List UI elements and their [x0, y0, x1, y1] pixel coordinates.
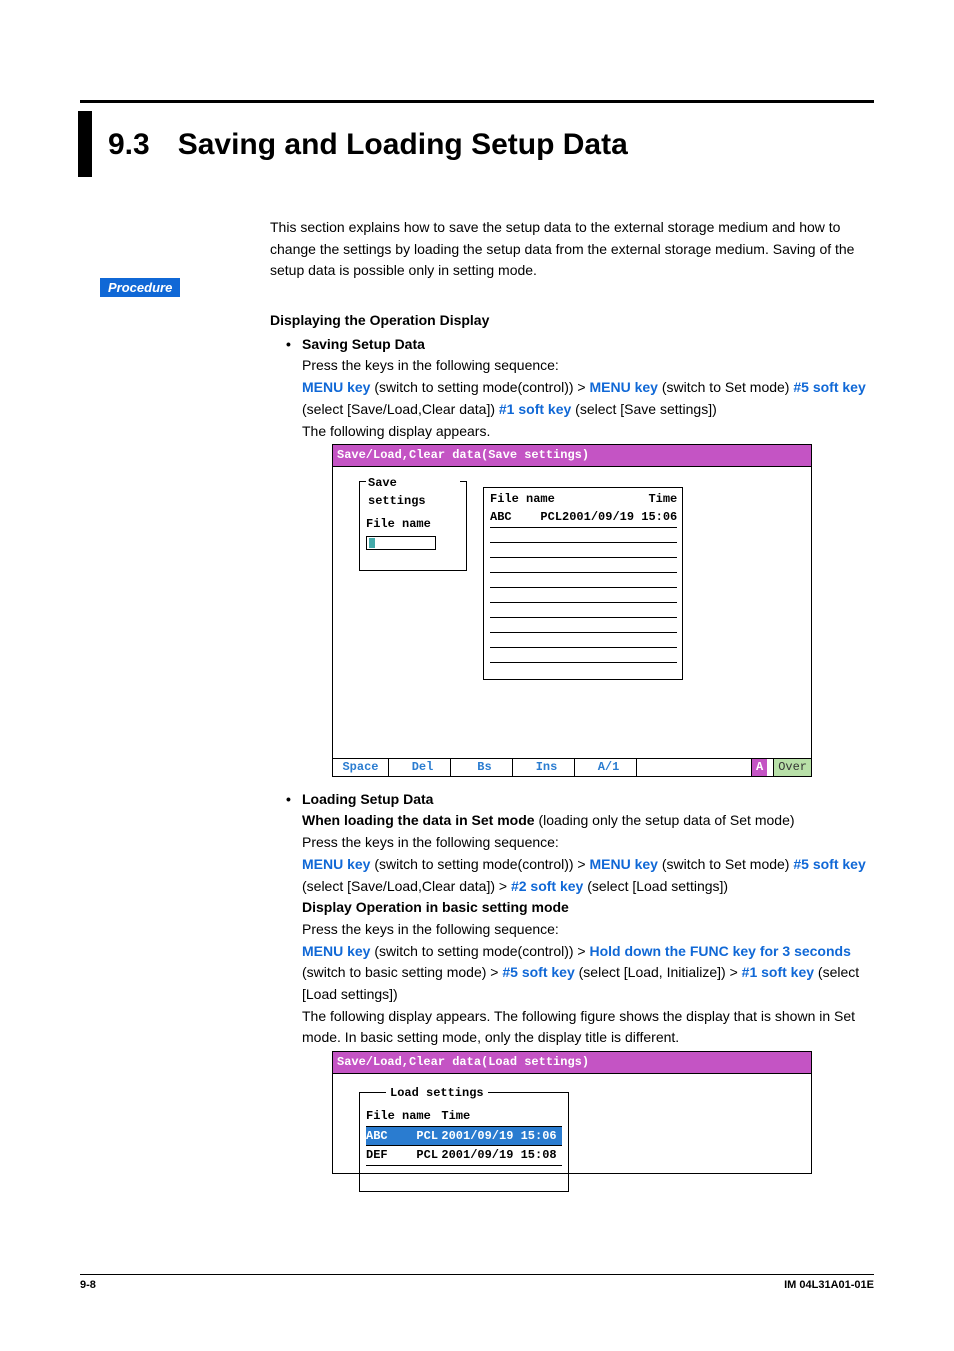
load-settings-screenshot: Save/Load,Clear data(Load settings) Load… [332, 1051, 812, 1174]
procedure-tag: Procedure [100, 278, 180, 297]
loading-bold-line: When loading the data in Set mode (loadi… [302, 810, 874, 832]
saving-sequence: MENU key (switch to setting mode(control… [302, 377, 874, 420]
file-row[interactable]: DEF PCL 2001/09/19 15:08 [366, 1146, 562, 1166]
section-heading: 9.3 Saving and Loading Setup Data [78, 111, 874, 177]
section-title: Saving and Loading Setup Data [178, 111, 628, 177]
save-settings-screenshot: Save/Load,Clear data(Save settings) Save… [332, 444, 812, 777]
indicator-over: Over [773, 759, 811, 776]
loading-h3: Display Operation in basic setting mode [302, 897, 874, 919]
screen1-titlebar: Save/Load,Clear data(Save settings) [332, 444, 812, 467]
screen2-titlebar: Save/Load,Clear data(Load settings) [332, 1051, 812, 1074]
saving-line2: The following display appears. [302, 421, 874, 443]
subheading-display: Displaying the Operation Display [270, 310, 874, 332]
loading-line1: Press the keys in the following sequence… [302, 832, 874, 854]
load-settings-panel: Load settings File nameTime ABC PCL 2001… [359, 1092, 569, 1192]
page-footer: 9-8 IM 04L31A01-01E [80, 1274, 874, 1291]
intro-paragraph: This section explains how to save the se… [270, 217, 874, 282]
softkey-space[interactable]: Space [333, 759, 389, 776]
file-list-panel: File nameTime ABC PCL 2001/09/19 15:06 [483, 487, 683, 681]
saving-title: Saving Setup Data [302, 334, 874, 356]
softkey-del[interactable]: Del [395, 759, 451, 776]
saving-line1: Press the keys in the following sequence… [302, 355, 874, 377]
file-row-selected[interactable]: ABC PCL 2001/09/19 15:06 [366, 1126, 562, 1146]
softkey-ins[interactable]: Ins [519, 759, 575, 776]
softkey-bs[interactable]: Bs [457, 759, 513, 776]
filename-input[interactable] [366, 536, 436, 550]
bullet-dot: • [286, 789, 302, 1174]
loading-line2: Press the keys in the following sequence… [302, 919, 874, 941]
indicator-mode: A [751, 759, 767, 776]
save-settings-panel: Save settings File name [359, 481, 467, 571]
page-number: 9-8 [80, 1279, 96, 1291]
loading-seq2: MENU key (switch to setting mode(control… [302, 941, 874, 1006]
document-id: IM 04L31A01-01E [784, 1279, 874, 1291]
section-number: 9.3 [108, 111, 150, 177]
softkey-bar: Space Del Bs Ins A/1 A Over [332, 759, 812, 777]
loading-line3: The following display appears. The follo… [302, 1006, 874, 1049]
softkey-a1[interactable]: A/1 [581, 759, 637, 776]
loading-title: Loading Setup Data [302, 789, 874, 811]
loading-seq1: MENU key (switch to setting mode(control… [302, 854, 874, 897]
bullet-dot: • [286, 334, 302, 783]
